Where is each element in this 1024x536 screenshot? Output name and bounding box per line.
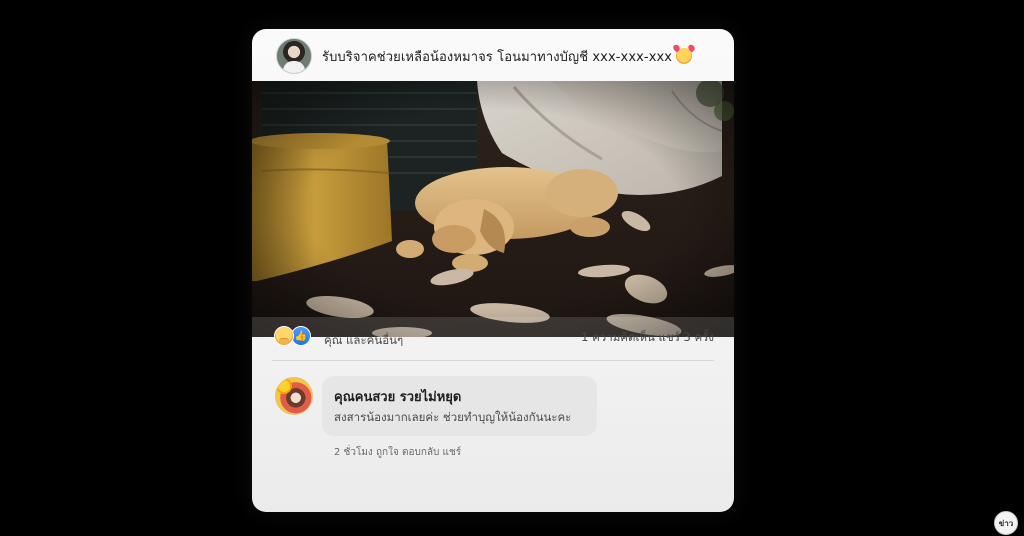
post-stats[interactable]: 1 ความคิดเห็น แชร์ 3 ครั้ง — [581, 329, 714, 347]
care-reaction-icon — [274, 326, 294, 346]
post-header: รับบริจาคช่วยเหลือน้องหมาจร โอนมาทางบัญช… — [252, 29, 734, 81]
post-photo[interactable] — [252, 81, 734, 337]
smiling-face-with-hearts-icon — [676, 48, 693, 64]
post-card: รับบริจาคช่วยเหลือน้องหมาจร โอนมาทางบัญช… — [252, 29, 734, 512]
author-avatar[interactable] — [276, 38, 312, 74]
commenter-avatar[interactable] — [275, 377, 313, 415]
reaction-icons[interactable]: 👍 — [274, 326, 311, 346]
channel-logo: ข่าว — [994, 511, 1018, 535]
comment-bubble: คุณคนสวย รวยไม่หยุด สงสารน้องมากเลยค่ะ ช… — [322, 376, 597, 436]
like-reaction-icon: 👍 — [291, 326, 311, 346]
comment-text: สงสารน้องมากเลยค่ะ ช่วยทำบุญให้น้องกันนะ… — [334, 410, 572, 424]
comment-author[interactable]: คุณคนสวย รวยไม่หยุด — [334, 386, 461, 407]
post-caption: รับบริจาคช่วยเหลือน้องหมาจร โอนมาทางบัญช… — [322, 46, 693, 67]
divider — [272, 360, 714, 361]
comment-actions[interactable]: 2 ชั่วโมง ถูกใจ ตอบกลับ แชร์ — [334, 445, 461, 460]
reaction-summary[interactable]: คุณ และคนอื่นๆ — [324, 332, 403, 350]
puppy-photo — [252, 81, 734, 337]
post-caption-text: รับบริจาคช่วยเหลือน้องหมาจร โอนมาทางบัญช… — [322, 50, 673, 65]
